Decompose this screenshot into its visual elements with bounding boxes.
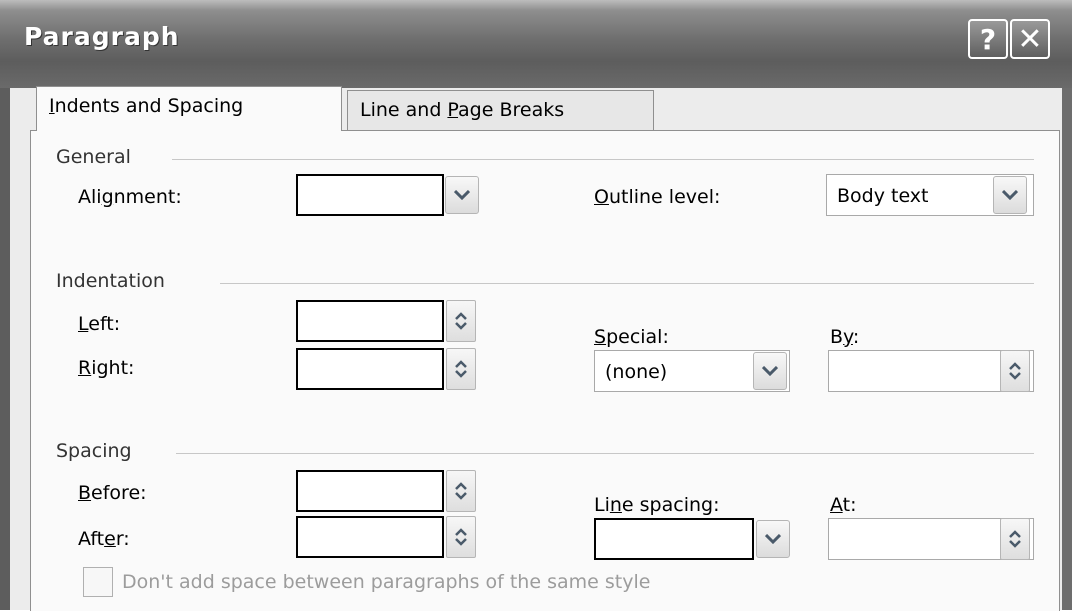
before-label: Before: — [78, 482, 147, 504]
dialog-title: Paragraph — [24, 22, 180, 51]
group-label-general: General — [56, 146, 131, 168]
spacing-before-input[interactable] — [296, 470, 444, 512]
alignment-label: Alignment: — [78, 186, 182, 208]
window-left-border — [0, 88, 10, 610]
spacing-after-spinner[interactable] — [446, 516, 476, 558]
dont-add-space-label: Don't add space between paragraphs of th… — [122, 571, 651, 593]
by-spinner[interactable] — [1000, 350, 1030, 392]
tab-label-part: Line and — [360, 99, 448, 121]
right-indent-input[interactable] — [296, 348, 444, 390]
chevron-down-icon — [762, 366, 778, 376]
dont-add-space-checkbox[interactable] — [83, 567, 113, 597]
tab-indents-and-spacing[interactable]: Indents and Spacing — [36, 86, 342, 131]
chevron-down-icon — [454, 190, 470, 200]
tab-label-part: age Breaks — [458, 99, 565, 121]
tab-label-part: ndents and Spacing — [54, 95, 244, 117]
help-button[interactable]: ? — [968, 19, 1008, 59]
after-label: After: — [78, 528, 130, 550]
close-icon: ✕ — [1017, 21, 1043, 57]
special-label: Special: — [594, 326, 669, 348]
left-indent-label: Left: — [78, 313, 121, 335]
group-label-spacing: Spacing — [56, 440, 132, 462]
chevron-down-icon — [765, 534, 781, 544]
question-icon: ? — [979, 22, 997, 56]
tab-line-and-page-breaks[interactable]: Line and Page Breaks — [347, 90, 654, 130]
spinner-updown-icon — [455, 312, 467, 330]
tab-mnemonic: P — [447, 99, 459, 121]
spacing-before-spinner[interactable] — [446, 470, 476, 512]
title-bar[interactable]: Paragraph ? ✕ — [0, 0, 1072, 88]
line-spacing-select[interactable] — [594, 518, 754, 560]
group-divider — [220, 283, 1034, 284]
line-spacing-dropdown-button[interactable] — [756, 520, 790, 558]
group-label-indentation: Indentation — [56, 270, 165, 292]
at-label: At: — [830, 494, 857, 516]
spinner-updown-icon — [455, 482, 467, 500]
group-divider — [176, 453, 1034, 454]
right-indent-spinner[interactable] — [446, 348, 476, 390]
spinner-updown-icon — [455, 360, 467, 378]
alignment-select[interactable] — [296, 174, 444, 216]
at-spinner[interactable] — [1000, 518, 1030, 560]
line-spacing-label: Line spacing: — [594, 494, 720, 516]
by-label: By: — [830, 326, 860, 348]
outline-level-label: Outline level: — [594, 186, 721, 208]
paragraph-dialog: Paragraph ? ✕ Line and Page Breaks Inden… — [0, 0, 1072, 611]
right-indent-label: Right: — [78, 357, 135, 379]
window-right-border — [1062, 88, 1072, 610]
spinner-updown-icon — [1009, 362, 1021, 380]
left-indent-input[interactable] — [296, 300, 444, 342]
spacing-after-input[interactable] — [296, 516, 444, 558]
chevron-down-icon — [1002, 190, 1018, 200]
left-indent-spinner[interactable] — [446, 300, 476, 342]
group-divider — [172, 159, 1034, 160]
outline-level-value: Body text — [837, 185, 929, 207]
spinner-updown-icon — [455, 528, 467, 546]
special-dropdown-button[interactable] — [753, 352, 787, 390]
alignment-dropdown-button[interactable] — [445, 176, 479, 214]
spinner-updown-icon — [1009, 530, 1021, 548]
special-value: (none) — [605, 361, 668, 383]
outline-level-dropdown-button[interactable] — [993, 176, 1027, 214]
close-button[interactable]: ✕ — [1010, 19, 1050, 59]
